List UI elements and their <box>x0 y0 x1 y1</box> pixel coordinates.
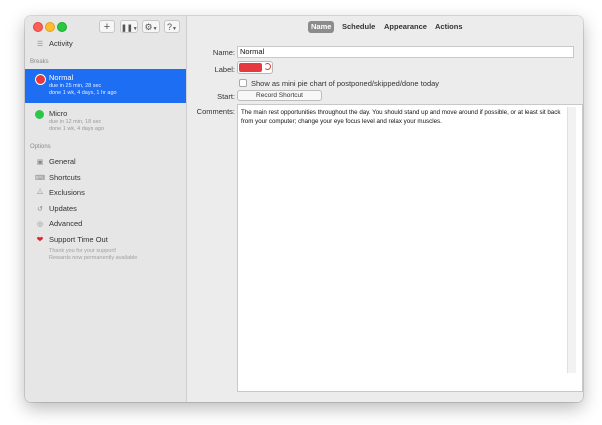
start-field-label: Start: <box>217 92 235 101</box>
mini-pie-preview-icon <box>264 63 271 70</box>
name-field-label: Name: <box>212 48 235 57</box>
advanced-icon: ◎ <box>36 220 44 228</box>
sidebar-item-label: Support Time Out <box>49 235 108 244</box>
chevron-down-icon: ▼ <box>172 26 177 32</box>
support-thanks-text: Thank you for your support! <box>49 248 117 254</box>
break-done: done 1 wk, 4 days, 1 hr ago <box>49 90 117 96</box>
break-due: due in 25 min, 28 sec <box>49 83 102 89</box>
help-menu-button[interactable]: ?▼ <box>164 20 180 33</box>
break-item-micro[interactable]: Micro due in 12 min, 18 sec done 1 wk, 4… <box>25 105 186 137</box>
close-window-button[interactable] <box>33 22 43 32</box>
breaks-section-header: Breaks <box>30 59 49 65</box>
app-window: + ❚❚▼ ⚙▼ ?▼ ☰ Activity Breaks Normal due… <box>25 16 583 402</box>
minimize-window-button[interactable] <box>45 22 55 32</box>
sidebar-item-label: Activity <box>49 39 73 48</box>
comments-scrollbar[interactable] <box>567 107 576 373</box>
sidebar-item-label: Updates <box>49 204 77 213</box>
gear-icon: ⚙ <box>144 22 153 32</box>
sidebar: + ❚❚▼ ⚙▼ ?▼ ☰ Activity Breaks Normal due… <box>25 16 187 402</box>
label-color-well[interactable] <box>237 61 273 74</box>
sidebar-item-activity[interactable]: ☰ Activity <box>35 39 73 48</box>
sidebar-item-shortcuts[interactable]: ⌨ Shortcuts <box>35 173 81 182</box>
heart-icon: ❤ <box>36 235 44 244</box>
tab-actions[interactable]: Actions <box>432 21 466 33</box>
pause-icon: ❚❚ <box>121 25 133 32</box>
activity-icon: ☰ <box>36 40 44 48</box>
break-due: due in 12 min, 18 sec <box>49 119 102 125</box>
mini-pie-checkbox[interactable] <box>239 79 247 87</box>
exclusions-icon: ⧊ <box>36 188 44 196</box>
chevron-down-icon: ▼ <box>132 26 138 32</box>
name-input[interactable]: Normal <box>237 46 574 58</box>
tab-name[interactable]: Name <box>308 21 335 33</box>
main-panel: Name Schedule Appearance Actions Name: N… <box>187 16 583 402</box>
support-rewards-text: Rewards now permanently available <box>49 255 138 261</box>
sidebar-item-label: General <box>49 157 76 166</box>
chevron-down-icon: ▼ <box>152 26 158 32</box>
tab-schedule[interactable]: Schedule <box>339 21 378 33</box>
label-field-label: Label: <box>214 65 235 74</box>
options-section-header: Options <box>30 144 51 150</box>
keyboard-icon: ⌨ <box>35 174 46 182</box>
zoom-window-button[interactable] <box>57 22 67 32</box>
general-icon: ▣ <box>36 158 44 166</box>
sidebar-item-label: Exclusions <box>49 188 85 197</box>
sidebar-item-advanced[interactable]: ◎ Advanced <box>35 219 82 228</box>
tab-appearance[interactable]: Appearance <box>381 21 430 33</box>
tab-bar: Name Schedule Appearance Actions <box>187 21 583 33</box>
record-shortcut-label: Record Shortcut <box>256 92 303 99</box>
updates-icon: ↺ <box>37 205 43 213</box>
sidebar-item-general[interactable]: ▣ General <box>35 157 76 166</box>
mini-pie-checkbox-label: Show as mini pie chart of postponed/skip… <box>251 79 440 88</box>
break-done: done 1 wk, 4 days ago <box>49 126 105 132</box>
comments-text: The main rest opportunities throughout t… <box>241 109 561 125</box>
break-name: Normal <box>49 73 74 82</box>
sidebar-item-exclusions[interactable]: ⧊ Exclusions <box>35 188 85 197</box>
micro-break-color-dot <box>35 110 44 119</box>
record-shortcut-button[interactable]: Record Shortcut <box>237 90 322 101</box>
sidebar-item-label: Shortcuts <box>49 173 81 182</box>
add-break-button[interactable]: + <box>99 20 115 33</box>
label-color-swatch <box>239 63 262 72</box>
break-item-normal[interactable]: Normal due in 25 min, 28 sec done 1 wk, … <box>25 69 186 103</box>
comments-textarea[interactable]: The main rest opportunities throughout t… <box>237 104 583 392</box>
action-menu-button[interactable]: ⚙▼ <box>142 20 160 33</box>
comments-field-label: Comments: <box>196 107 235 116</box>
break-name: Micro <box>49 109 68 118</box>
sidebar-item-support[interactable]: ❤ Support Time Out <box>35 235 108 244</box>
pause-menu-button[interactable]: ❚❚▼ <box>120 20 138 33</box>
sidebar-item-updates[interactable]: ↺ Updates <box>35 204 77 213</box>
sidebar-item-label: Advanced <box>49 219 83 228</box>
plus-icon: + <box>103 21 111 33</box>
normal-break-color-dot <box>35 74 46 85</box>
